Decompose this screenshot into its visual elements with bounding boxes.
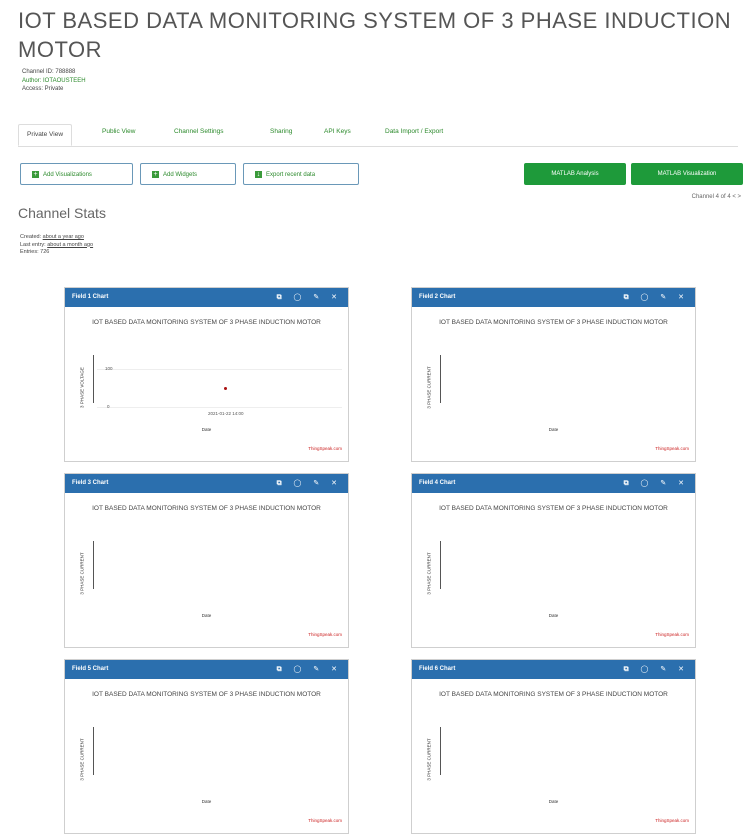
x-axis-label: Date [201, 613, 212, 618]
y-axis-label: 3 PHASE VOLTAGE [79, 367, 85, 408]
add-widgets-label: Add Widgets [163, 172, 198, 178]
add-visualizations-label: Add Visualizations [43, 172, 92, 178]
panel-action-icons[interactable]: ⧉ ◯ ✎ ✕ [277, 660, 342, 679]
chart-title: IOT BASED DATA MONITORING SYSTEM OF 3 PH… [439, 505, 668, 512]
chart-area: IOT BASED DATA MONITORING SYSTEM OF 3 PH… [412, 307, 695, 461]
chart-title: IOT BASED DATA MONITORING SYSTEM OF 3 PH… [439, 691, 668, 698]
x-axis-label: Date [548, 613, 559, 618]
thingspeak-credit-link[interactable]: ThingSpeak.com [308, 818, 342, 823]
panel-title: Field 2 Chart [419, 294, 456, 300]
tab-sharing[interactable]: Sharing [270, 128, 292, 135]
panel-header: Field 3 Chart ⧉ ◯ ✎ ✕ [65, 474, 348, 493]
y-axis-line [93, 541, 94, 589]
field-4-chart-panel: Field 4 Chart ⧉ ◯ ✎ ✕ IOT BASED DATA MON… [411, 473, 696, 648]
channel-id: Channel ID: 788888 [22, 69, 76, 75]
field-3-chart-panel: Field 3 Chart ⧉ ◯ ✎ ✕ IOT BASED DATA MON… [64, 473, 349, 648]
page-title: IOT BASED DATA MONITORING SYSTEM OF 3 PH… [18, 8, 732, 62]
thingspeak-credit-link[interactable]: ThingSpeak.com [655, 446, 689, 451]
y-axis-label: 3 PHASE CURRENT [79, 738, 85, 781]
export-recent-data-button[interactable]: ↓ Export recent data [243, 163, 359, 185]
panel-action-icons[interactable]: ⧉ ◯ ✎ ✕ [277, 474, 342, 493]
chart-title: IOT BASED DATA MONITORING SYSTEM OF 3 PH… [92, 691, 321, 698]
y-axis-line [93, 355, 94, 403]
channel-stats-title: Channel Stats [18, 205, 106, 221]
thingspeak-credit-link[interactable]: ThingSpeak.com [655, 632, 689, 637]
gridline [97, 369, 342, 370]
x-axis-label: Date [201, 427, 212, 432]
x-tick-label: 2021-01-22 14:00 [208, 411, 244, 416]
field-6-chart-panel: Field 6 Chart ⧉ ◯ ✎ ✕ IOT BASED DATA MON… [411, 659, 696, 834]
y-axis-label: 3 PHASE CURRENT [426, 366, 432, 409]
last-entry-label: Last entry: [20, 241, 46, 248]
y-axis-label: 3 PHASE CURRENT [426, 738, 432, 781]
panel-header: Field 6 Chart ⧉ ◯ ✎ ✕ [412, 660, 695, 679]
y-axis-line [440, 355, 441, 403]
panel-header: Field 4 Chart ⧉ ◯ ✎ ✕ [412, 474, 695, 493]
last-entry-value: about a month ago [47, 241, 94, 248]
y-axis-label: 3 PHASE CURRENT [426, 552, 432, 595]
field-2-chart-panel: Field 2 Chart ⧉ ◯ ✎ ✕ IOT BASED DATA MON… [411, 287, 696, 462]
gridline [97, 407, 342, 408]
panel-header: Field 5 Chart ⧉ ◯ ✎ ✕ [65, 660, 348, 679]
y-axis-label: 3 PHASE CURRENT [79, 552, 85, 595]
tab-api-keys[interactable]: API Keys [324, 128, 351, 135]
panel-title: Field 5 Chart [72, 666, 109, 672]
channel-tabs: Private View Public View Channel Setting… [18, 124, 738, 147]
panel-header: Field 1 Chart ⧉ ◯ ✎ ✕ [65, 288, 348, 307]
panel-action-icons[interactable]: ⧉ ◯ ✎ ✕ [624, 660, 689, 679]
panel-action-icons[interactable]: ⧉ ◯ ✎ ✕ [277, 288, 342, 307]
channel-pager[interactable]: Channel 4 of 4 < > [692, 194, 741, 200]
y-tick-label: 100 [105, 366, 113, 371]
chart-area: IOT BASED DATA MONITORING SYSTEM OF 3 PH… [65, 307, 348, 461]
panel-title: Field 6 Chart [419, 666, 456, 672]
chart-area: IOT BASED DATA MONITORING SYSTEM OF 3 PH… [65, 493, 348, 647]
matlab-visualization-button[interactable]: MATLAB Visualization [631, 163, 743, 185]
chart-area: IOT BASED DATA MONITORING SYSTEM OF 3 PH… [412, 493, 695, 647]
chart-area: IOT BASED DATA MONITORING SYSTEM OF 3 PH… [65, 679, 348, 833]
export-recent-data-label: Export recent data [266, 172, 316, 178]
y-axis-line [93, 727, 94, 775]
x-axis-label: Date [201, 799, 212, 804]
chart-area: IOT BASED DATA MONITORING SYSTEM OF 3 PH… [412, 679, 695, 833]
x-axis-label: Date [548, 427, 559, 432]
x-axis-label: Date [548, 799, 559, 804]
thingspeak-credit-link[interactable]: ThingSpeak.com [308, 632, 342, 637]
created-value: about a year ago [42, 234, 84, 240]
add-visualizations-button[interactable]: + Add Visualizations [20, 163, 133, 185]
tab-public-view[interactable]: Public View [102, 128, 135, 135]
plus-icon: + [32, 171, 39, 178]
matlab-analysis-button[interactable]: MATLAB Analysis [524, 163, 626, 185]
created-label: Created: [20, 234, 42, 240]
channel-access: Access: Private [22, 86, 64, 92]
tab-channel-settings[interactable]: Channel Settings [174, 128, 224, 135]
add-widgets-button[interactable]: + Add Widgets [140, 163, 236, 185]
chart-title: IOT BASED DATA MONITORING SYSTEM OF 3 PH… [92, 505, 321, 512]
chart-title: IOT BASED DATA MONITORING SYSTEM OF 3 PH… [92, 319, 321, 326]
panel-title: Field 1 Chart [72, 294, 109, 300]
y-axis-line [440, 541, 441, 589]
export-icon: ↓ [255, 171, 262, 178]
tab-private-view[interactable]: Private View [18, 124, 73, 146]
tab-data-import-export[interactable]: Data Import / Export [385, 128, 443, 135]
plus-icon: + [152, 171, 159, 178]
field-1-chart-panel: Field 1 Chart ⧉ ◯ ✎ ✕ IOT BASED DATA MON… [64, 287, 349, 462]
channel-author[interactable]: Author: IOTAOUSTEEH [22, 77, 86, 86]
thingspeak-credit-link[interactable]: ThingSpeak.com [655, 818, 689, 823]
panel-title: Field 3 Chart [72, 480, 109, 486]
y-axis-line [440, 727, 441, 775]
thingspeak-credit-link[interactable]: ThingSpeak.com [308, 446, 342, 451]
panel-header: Field 2 Chart ⧉ ◯ ✎ ✕ [412, 288, 695, 307]
chart-title: IOT BASED DATA MONITORING SYSTEM OF 3 PH… [439, 319, 668, 326]
y-tick-label: 0 [107, 404, 110, 409]
panel-action-icons[interactable]: ⧉ ◯ ✎ ✕ [624, 474, 689, 493]
channel-stats: Created: about a year ago Last entry: ab… [20, 234, 93, 257]
entries-count: Entries: 726 [20, 249, 50, 255]
field-5-chart-panel: Field 5 Chart ⧉ ◯ ✎ ✕ IOT BASED DATA MON… [64, 659, 349, 834]
channel-meta: Channel ID: 788888 Author: IOTAOUSTEEH A… [22, 68, 86, 94]
panel-action-icons[interactable]: ⧉ ◯ ✎ ✕ [624, 288, 689, 307]
data-point[interactable] [224, 387, 227, 390]
panel-title: Field 4 Chart [419, 480, 456, 486]
